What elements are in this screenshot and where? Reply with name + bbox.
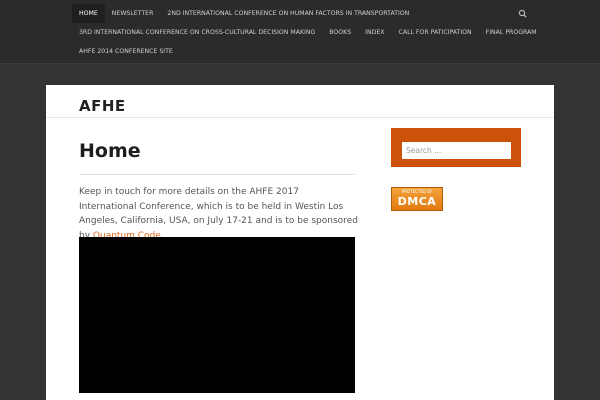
nav-item-final-program[interactable]: FINAL PROGRAM <box>479 23 544 42</box>
video-embed[interactable] <box>79 237 355 393</box>
dmca-badge[interactable]: PROTECTED BY DMCA <box>391 187 443 211</box>
title-divider <box>79 174 355 175</box>
search-icon-svg <box>518 9 527 18</box>
search-input[interactable] <box>402 142 511 159</box>
nav-item-index[interactable]: INDEX <box>358 23 391 42</box>
page-container: AFHE Home Keep in touch for more details… <box>46 85 554 400</box>
nav-item-ahfe-2014-site[interactable]: AHFE 2014 CONFERENCE SITE <box>72 42 180 61</box>
nav-row-1: HOME NEWSLETTER 2ND INTERNATIONAL CONFER… <box>72 4 416 23</box>
nav-row-3: AHFE 2014 CONFERENCE SITE <box>72 42 180 61</box>
page-title: Home <box>79 140 141 162</box>
site-title[interactable]: AFHE <box>79 97 126 115</box>
nav-item-books[interactable]: BOOKS <box>322 23 358 42</box>
search-widget <box>391 128 521 167</box>
nav-item-3rd-conference[interactable]: 3RD INTERNATIONAL CONFERENCE ON CROSS-CU… <box>72 23 322 42</box>
entry-content: Keep in touch for more details on the AH… <box>79 185 359 244</box>
nav-item-2nd-conference[interactable]: 2ND INTERNATIONAL CONFERENCE ON HUMAN FA… <box>160 4 416 23</box>
top-navigation: HOME NEWSLETTER 2ND INTERNATIONAL CONFER… <box>0 0 600 64</box>
nav-item-newsletter[interactable]: NEWSLETTER <box>105 4 161 23</box>
search-icon[interactable] <box>516 6 530 20</box>
nav-item-home[interactable]: HOME <box>72 4 105 23</box>
site-header: AFHE <box>46 85 554 118</box>
nav-item-call-for-participation[interactable]: CALL FOR PATICIPATION <box>392 23 479 42</box>
nav-row-2: 3RD INTERNATIONAL CONFERENCE ON CROSS-CU… <box>72 23 544 42</box>
dmca-badge-main-text: DMCA <box>397 195 437 208</box>
